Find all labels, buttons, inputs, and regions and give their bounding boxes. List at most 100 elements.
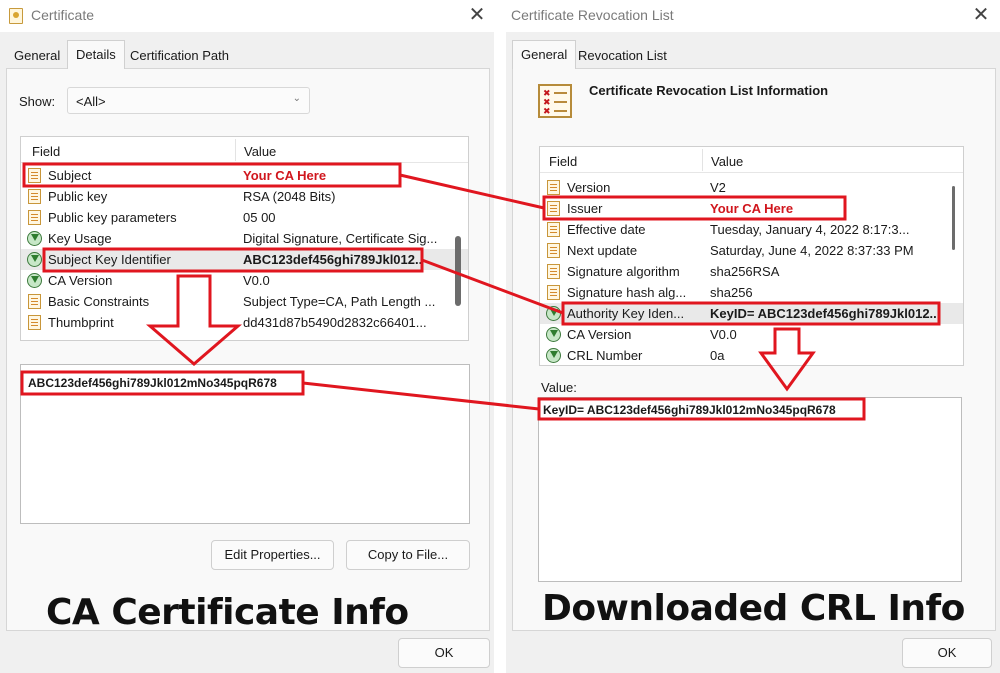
certificate-field-icon (547, 285, 560, 300)
list-item[interactable]: CRL Number 0a (540, 345, 963, 366)
chevron-down-icon: ⌄ (293, 93, 301, 104)
scrollbar-thumb[interactable] (952, 186, 955, 250)
key-extension-icon (27, 252, 42, 267)
show-select[interactable]: <All> ⌄ (67, 87, 310, 114)
certificate-field-icon (28, 189, 41, 204)
field-value-box[interactable]: KeyID= ABC123def456ghi789Jkl012mNo345pqR… (538, 397, 962, 582)
list-item[interactable]: Version V2 (540, 177, 963, 198)
list-item[interactable]: Issuer Your CA Here (540, 198, 963, 219)
list-item[interactable]: Public key RSA (2048 Bits) (21, 186, 468, 207)
column-header-field[interactable]: Field (549, 154, 577, 169)
certificate-field-icon (28, 315, 41, 330)
crl-field-list[interactable]: Field Value Version V2 Issuer Your CA Here… (539, 146, 964, 366)
key-extension-icon (546, 327, 561, 342)
crl-list-icon: ✖ ✖ ✖ (538, 84, 572, 118)
field-name: Key Usage (48, 231, 112, 246)
list-item-selected[interactable]: Subject Key Identifier ABC123def456ghi789… (21, 249, 468, 270)
field-name: Public key parameters (48, 210, 177, 225)
field-value: 05 00 (243, 210, 458, 225)
list-scrollbar[interactable] (454, 164, 462, 340)
list-item[interactable]: Thumbprint dd431d87b5490d2832c66401... (21, 312, 468, 333)
certificate-field-icon (547, 180, 560, 195)
field-value: V0.0 (243, 273, 458, 288)
field-name: Issuer (567, 201, 602, 216)
field-value: Saturday, June 4, 2022 8:37:33 PM (710, 243, 940, 258)
edit-properties-button[interactable]: Edit Properties... (211, 540, 334, 570)
field-value: sha256 (710, 285, 940, 300)
field-value-box[interactable]: ABC123def456ghi789Jkl012mNo345pqR678 (20, 364, 470, 524)
field-name: Subject (48, 168, 91, 183)
list-item[interactable]: Effective dateTuesday, January 4, 2022 8… (540, 219, 963, 240)
field-name: Version (567, 180, 610, 195)
title-bar: Certificate ✕ (0, 0, 494, 32)
list-item[interactable]: Basic ConstraintsSubject Type=CA, Path L… (21, 291, 468, 312)
value-label: Value: (541, 380, 577, 395)
close-icon[interactable]: ✕ (465, 3, 489, 27)
field-name: Public key (48, 189, 107, 204)
certificate-field-icon (28, 294, 41, 309)
show-label: Show: (19, 94, 55, 109)
field-value: KeyID= ABC123def456ghi789Jkl012... (710, 306, 938, 321)
scrollbar-thumb[interactable] (455, 236, 461, 306)
field-value: dd431d87b5490d2832c66401... (243, 315, 458, 330)
certificate-field-icon (28, 168, 41, 183)
left-caption: CA Certificate Info (46, 592, 409, 633)
certificate-field-icon (547, 222, 560, 237)
list-item[interactable]: Public key parameters 05 00 (21, 207, 468, 228)
tab-details[interactable]: Details (67, 40, 125, 69)
field-name: CRL Number (567, 348, 642, 363)
field-value: Tuesday, January 4, 2022 8:17:3... (710, 222, 940, 237)
list-item[interactable]: Next updateSaturday, June 4, 2022 8:37:3… (540, 240, 963, 261)
copy-to-file-button[interactable]: Copy to File... (346, 540, 470, 570)
show-select-value: <All> (76, 94, 106, 109)
title-bar: Certificate Revocation List ✕ (506, 0, 1000, 32)
crl-info-title: Certificate Revocation List Information (589, 83, 828, 98)
field-name: Authority Key Iden... (567, 306, 684, 321)
field-value: RSA (2048 Bits) (243, 189, 458, 204)
field-value: V2 (710, 180, 940, 195)
list-item[interactable]: CA Version V0.0 (21, 270, 468, 291)
list-header: Field Value (540, 147, 963, 173)
list-item[interactable]: Subject Your CA Here (21, 165, 468, 186)
details-field-list[interactable]: Field Value Subject Your CA Here Public k… (20, 136, 469, 341)
list-scrollbar[interactable] (950, 174, 958, 365)
list-item[interactable]: Signature hash alg... sha256 (540, 282, 963, 303)
field-value: sha256RSA (710, 264, 940, 279)
tab-general[interactable]: General (6, 44, 68, 68)
field-name: Subject Key Identifier (48, 252, 171, 267)
list-item[interactable]: Signature algorithm sha256RSA (540, 261, 963, 282)
field-name: Thumbprint (48, 315, 114, 330)
certificate-icon (9, 8, 23, 24)
field-value: Digital Signature, Certificate Sig... (243, 231, 458, 246)
key-extension-icon (546, 306, 561, 321)
column-header-field[interactable]: Field (32, 144, 60, 159)
certificate-field-icon (547, 264, 560, 279)
tab-revocation-list[interactable]: Revocation List (570, 44, 675, 68)
ok-button[interactable]: OK (902, 638, 992, 668)
window-title: Certificate (31, 7, 94, 23)
window-title: Certificate Revocation List (511, 7, 674, 23)
field-name: Signature hash alg... (567, 285, 686, 300)
list-item-selected[interactable]: Authority Key Iden... KeyID= ABC123def456… (540, 303, 963, 324)
ok-button[interactable]: OK (398, 638, 490, 668)
certificate-field-icon (547, 201, 560, 216)
field-name: CA Version (567, 327, 631, 342)
key-extension-icon (27, 231, 42, 246)
tab-certification-path[interactable]: Certification Path (122, 44, 237, 68)
field-name: Signature algorithm (567, 264, 680, 279)
close-icon[interactable]: ✕ (969, 3, 993, 27)
field-name: CA Version (48, 273, 112, 288)
column-header-value[interactable]: Value (244, 144, 276, 159)
column-header-value[interactable]: Value (711, 154, 743, 169)
field-value: Your CA Here (710, 201, 940, 216)
field-value: ABC123def456ghi789Jkl012... (243, 252, 421, 267)
field-name: Basic Constraints (48, 294, 149, 309)
field-value: Your CA Here (243, 168, 458, 183)
certificate-field-icon (547, 243, 560, 258)
list-item[interactable]: CA VersionV0.0 (540, 324, 963, 345)
field-value: 0a (710, 348, 940, 363)
tab-general[interactable]: General (512, 40, 576, 69)
list-item[interactable]: Key Usage Digital Signature, Certificate … (21, 228, 468, 249)
key-extension-icon (546, 348, 561, 363)
field-value-text: KeyID= ABC123def456ghi789Jkl012mNo345pqR… (543, 403, 836, 417)
